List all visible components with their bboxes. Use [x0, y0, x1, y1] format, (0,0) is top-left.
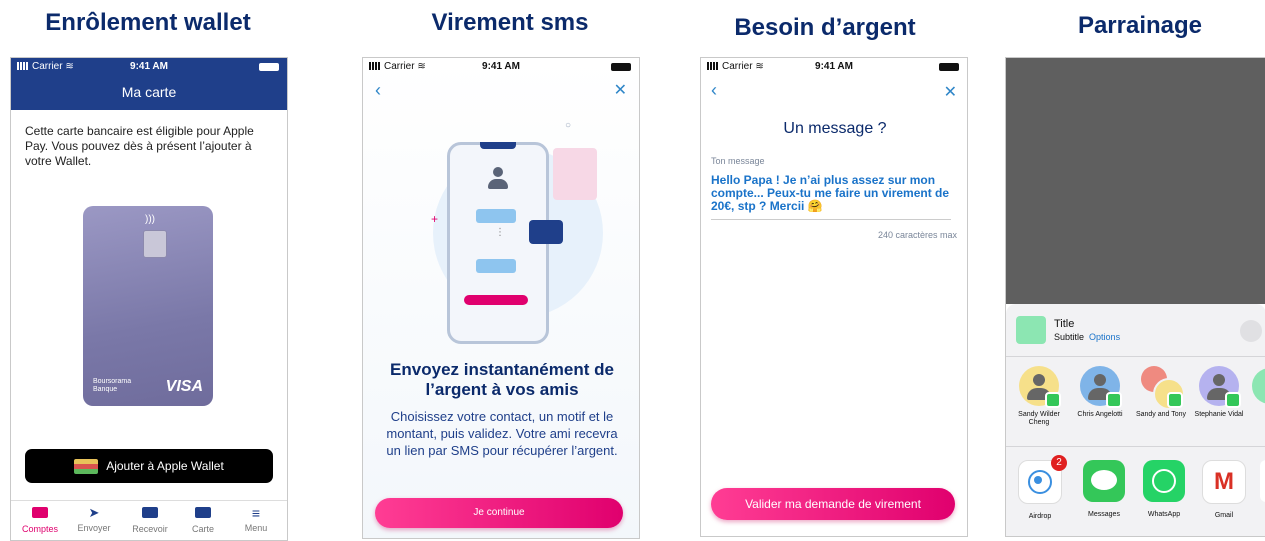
- status-bar: Carrier ≋ 9:41 AM: [701, 58, 967, 76]
- chat-bubble-icon: [529, 220, 563, 244]
- phone-sms: Carrier ≋ 9:41 AM ‹ ✕ ⋮ + ○ Envoyez inst…: [362, 57, 640, 539]
- message-input[interactable]: Hello Papa ! Je n’ai plus assez sur mon …: [711, 174, 951, 220]
- wallet-header: Carrier ≋ 9:41 AM Ma carte: [11, 58, 287, 110]
- app-whatsapp[interactable]: WhatsApp: [1138, 460, 1190, 518]
- share-sheet: Title Subtitle Options Sandy Wilder Chen…: [1006, 304, 1265, 536]
- wallet-icon: [74, 459, 99, 475]
- messages-badge-icon: [1167, 392, 1183, 408]
- phone-need: Carrier ≋ 9:41 AM ‹ ✕ Un message ? Ton m…: [700, 57, 968, 537]
- char-counter: 240 caractères max: [877, 230, 957, 240]
- panel-title-wallet: Enrôlement wallet: [45, 9, 251, 36]
- status-bar: Carrier ≋ 9:41 AM: [363, 58, 639, 76]
- user-icon: [488, 167, 508, 191]
- tab-envoyer[interactable]: ➤ Envoyer: [69, 505, 119, 533]
- phone-wallet: Carrier ≋ 9:41 AM Ma carte Cette carte b…: [10, 57, 288, 541]
- tab-menu[interactable]: ≡ Menu: [231, 505, 281, 533]
- chip-icon: [143, 230, 167, 258]
- menu-icon: ≡: [251, 505, 261, 521]
- submit-request-button[interactable]: Valider ma demande de virement: [711, 488, 955, 520]
- card-icon: [195, 507, 211, 518]
- contact-item[interactable]: Sandy and Tony: [1134, 366, 1188, 419]
- contact-item[interactable]: Stephanie Vidal: [1192, 366, 1246, 419]
- wallet-intro: Cette carte bancaire est éligible pour A…: [25, 124, 254, 168]
- add-to-wallet-button[interactable]: Ajouter à Apple Wallet: [25, 449, 273, 483]
- group-avatar: [1141, 366, 1185, 410]
- airdrop-icon: 2: [1018, 455, 1067, 504]
- tab-comptes[interactable]: Comptes: [15, 507, 65, 534]
- app-gmail[interactable]: M Gmail: [1198, 460, 1250, 519]
- close-icon[interactable]: ✕: [944, 82, 957, 102]
- send-icon: ➤: [88, 505, 100, 520]
- page-title: Ma carte: [121, 84, 177, 100]
- back-chevron-icon[interactable]: ‹: [711, 80, 717, 101]
- sms-body: Choisissez votre contact, un motif et le…: [386, 409, 618, 458]
- partial-app-icon: [1260, 460, 1265, 502]
- panel-title-share: Parrainage: [1077, 12, 1203, 39]
- messages-badge-icon: [1106, 392, 1122, 408]
- whatsapp-icon: [1143, 460, 1185, 502]
- panel-title-need: Besoin d’argent: [734, 14, 916, 41]
- receive-icon: [142, 507, 158, 518]
- tab-recevoir[interactable]: Recevoir: [125, 507, 175, 534]
- messages-badge-icon: [1045, 392, 1061, 408]
- share-title: Title: [1054, 318, 1075, 330]
- app-messages[interactable]: Messages: [1078, 460, 1130, 518]
- phone-illustration: ⋮ + ○: [403, 120, 603, 348]
- message-label: Ton message: [711, 156, 765, 166]
- close-icon[interactable]: ✕: [614, 80, 627, 100]
- contact-item[interactable]: Sandy Wilder Cheng: [1012, 366, 1066, 427]
- share-subtitle-row: Subtitle Options: [1054, 332, 1121, 342]
- dimmed-background: [1006, 58, 1265, 304]
- tab-bar: Comptes ➤ Envoyer Recevoir Carte ≡ Menu: [11, 500, 287, 540]
- back-chevron-icon[interactable]: ‹: [375, 80, 381, 101]
- bank-card: ))) Boursorama Banque VISA: [83, 206, 213, 406]
- partial-avatar: [1252, 368, 1265, 404]
- continue-button[interactable]: Je continue: [375, 498, 623, 528]
- contactless-icon: ))): [145, 214, 155, 225]
- tab-carte[interactable]: Carte: [178, 507, 228, 534]
- page-title: Un message ?: [783, 120, 887, 137]
- panel-title-sms: Virement sms: [431, 9, 589, 36]
- messages-icon: [1083, 460, 1125, 502]
- phone-share: Title Subtitle Options Sandy Wilder Chen…: [1005, 57, 1265, 537]
- options-link[interactable]: Options: [1089, 332, 1120, 342]
- close-sheet-icon[interactable]: [1240, 320, 1262, 342]
- avatar: [1019, 366, 1061, 408]
- card-brand: Boursorama Banque: [93, 378, 132, 393]
- preview-thumbnail: [1016, 316, 1046, 344]
- avatar: [1199, 366, 1241, 408]
- gmail-icon: M: [1202, 460, 1246, 504]
- wallet-tab-icon: [32, 507, 48, 518]
- sms-headline: Envoyez instantanément de l’argent à vos…: [390, 360, 614, 399]
- app-airdrop[interactable]: 2 Airdrop: [1018, 455, 1067, 520]
- contact-item[interactable]: Chris Angelotti: [1070, 366, 1130, 419]
- notification-badge: 2: [1051, 455, 1067, 471]
- messages-badge-icon: [1225, 392, 1241, 408]
- avatar: [1080, 366, 1122, 408]
- visa-logo: VISA: [165, 378, 203, 395]
- status-bar: Carrier ≋ 9:41 AM: [11, 58, 287, 76]
